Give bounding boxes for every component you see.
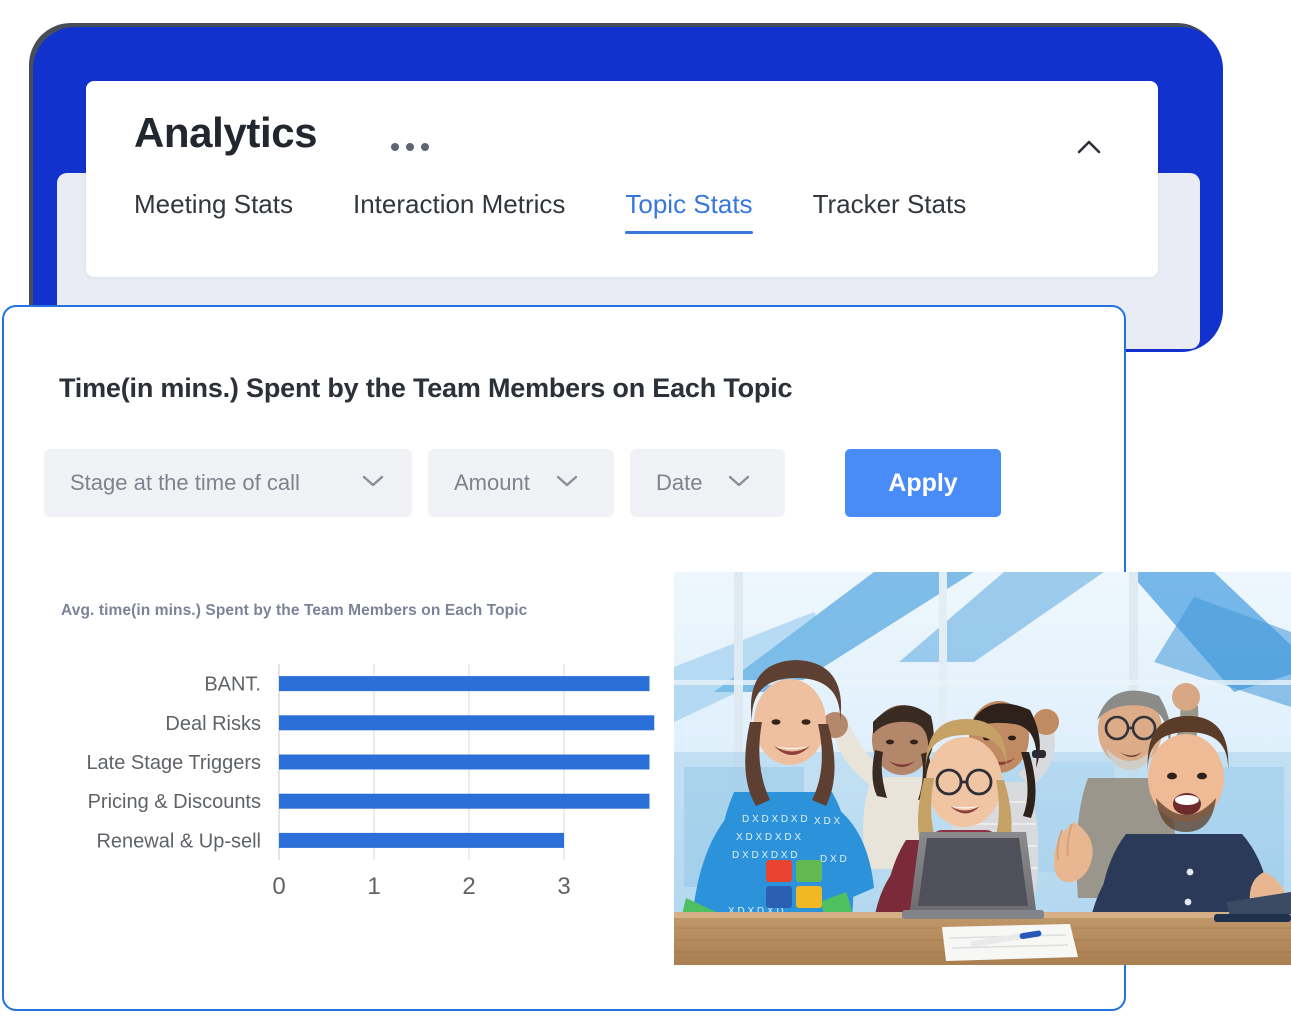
bar[interactable] [279, 676, 650, 692]
bar[interactable] [279, 832, 564, 848]
screenshot-root: Analytics Meeting Stats Interaction Metr… [0, 0, 1291, 1016]
kebab-dot [421, 143, 429, 151]
kebab-dot [406, 143, 414, 151]
analytics-header-card: Analytics Meeting Stats Interaction Metr… [86, 81, 1158, 277]
svg-text:X D X: X D X [814, 816, 840, 827]
bar[interactable] [279, 754, 650, 770]
chevron-down-icon [726, 473, 752, 494]
bar-category-label: Deal Risks [165, 713, 261, 735]
header-top-row: Analytics [86, 81, 1158, 189]
section-title: Time(in mins.) Spent by the Team Members… [59, 373, 793, 403]
filter-date[interactable]: Date [630, 449, 785, 517]
tab-meeting-stats[interactable]: Meeting Stats [134, 189, 293, 234]
filter-label: Amount [454, 470, 530, 495]
tab-label: Topic Stats [625, 189, 753, 219]
chevron-down-icon [360, 473, 386, 494]
svg-text:D X D X D X D: D X D X D X D [742, 814, 808, 825]
tab-label: Meeting Stats [134, 189, 293, 219]
chart-subtitle: Avg. time(in mins.) Spent by the Team Me… [61, 602, 528, 619]
team-celebration-photo: D X D X D X D X D X D X D X D X D X D X … [674, 572, 1291, 965]
filter-amount[interactable]: Amount [428, 449, 614, 517]
filter-stage-at-time-of-call[interactable]: Stage at the time of call [44, 449, 412, 517]
x-axis-tick-label: 3 [557, 873, 570, 900]
svg-text:D X D X D X D: D X D X D X D [732, 850, 798, 861]
x-axis-tick-label: 1 [367, 873, 380, 900]
bar-category-label: Renewal & Up-sell [96, 830, 261, 852]
more-options-icon[interactable] [391, 143, 429, 151]
bar-category-label: Late Stage Triggers [86, 752, 261, 774]
bar[interactable] [279, 715, 655, 731]
tab-tracker-stats[interactable]: Tracker Stats [813, 189, 967, 234]
filter-label: Date [656, 470, 703, 495]
tab-interaction-metrics[interactable]: Interaction Metrics [353, 189, 565, 234]
svg-text:D X D: D X D [820, 854, 847, 865]
bar[interactable] [279, 793, 650, 809]
apply-button[interactable]: Apply [845, 449, 1001, 517]
kebab-dot [391, 143, 399, 151]
chevron-up-icon[interactable] [1072, 131, 1106, 165]
bar-category-label: Pricing & Discounts [88, 791, 261, 813]
filter-label: Stage at the time of call [70, 470, 300, 495]
x-axis-tick-label: 0 [272, 873, 285, 900]
filter-toolbar: Stage at the time of call Amount Date Ap… [44, 449, 1001, 517]
page-title: Analytics [134, 109, 318, 156]
bar-category-label: BANT. [204, 674, 261, 696]
analytics-tabs: Meeting Stats Interaction Metrics Topic … [86, 189, 1158, 234]
tab-label: Interaction Metrics [352, 189, 566, 219]
chevron-down-icon [554, 473, 580, 494]
tab-topic-stats[interactable]: Topic Stats [625, 189, 753, 234]
x-axis-tick-label: 2 [462, 873, 475, 900]
svg-text:X D X D X D X: X D X D X D X [736, 832, 801, 843]
tab-label: Tracker Stats [812, 189, 967, 219]
